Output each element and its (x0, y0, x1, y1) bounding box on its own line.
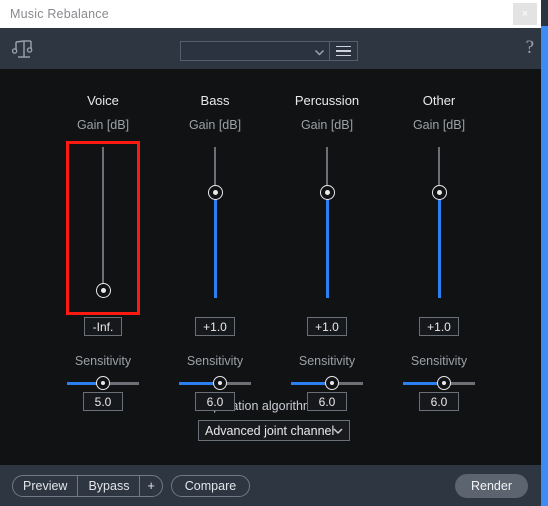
slider-fill (67, 382, 96, 385)
preview-button[interactable]: Preview (13, 475, 79, 496)
sensitivity-label: Sensitivity (298, 354, 356, 368)
sensitivity-label: Sensitivity (186, 354, 244, 368)
slider-fill (291, 382, 325, 385)
hamburger-line (336, 50, 351, 52)
preset-dropdown[interactable] (180, 41, 330, 61)
slider-fill (325, 192, 329, 298)
stem-column-voice: Voice Gain [dB] -Inf. Sensitivity 5.0 (47, 93, 159, 411)
help-icon[interactable]: ? (526, 38, 534, 57)
render-button[interactable]: Render (455, 473, 528, 498)
stem-title: Percussion (294, 93, 360, 108)
sensitivity-value-bass[interactable]: 6.0 (195, 392, 235, 411)
chevron-down-icon (332, 425, 344, 440)
gain-slider-percussion[interactable] (290, 141, 364, 315)
sensitivity-value-percussion[interactable]: 6.0 (307, 392, 347, 411)
hamburger-line (336, 45, 351, 48)
sensitivity-label: Sensitivity (410, 354, 468, 368)
main-panel: Voice Gain [dB] -Inf. Sensitivity 5.0 Ba… (0, 69, 541, 465)
gain-value-bass[interactable]: +1.0 (195, 317, 235, 336)
sensitivity-group-other: Sensitivity 6.0 (403, 354, 475, 411)
sensitivity-slider-other[interactable] (403, 376, 475, 390)
stem-title: Other (422, 93, 456, 108)
close-icon[interactable]: × (513, 3, 537, 25)
sensitivity-group-voice: Sensitivity 5.0 (67, 354, 139, 411)
sensitivity-value-voice[interactable]: 5.0 (83, 392, 123, 411)
window-title: Music Rebalance (10, 7, 109, 21)
slider-knob[interactable] (319, 185, 335, 200)
slider-knob[interactable] (96, 376, 110, 390)
stem-column-bass: Bass Gain [dB] +1.0 Sensitivity 6.0 (159, 93, 271, 411)
gain-slider-other[interactable] (402, 141, 476, 315)
slider-fill (437, 192, 441, 298)
gain-slider-voice[interactable] (66, 141, 140, 315)
chevron-down-icon (314, 45, 325, 63)
slider-fill (403, 382, 437, 385)
title-bar[interactable]: Music Rebalance × (0, 0, 541, 28)
gain-slider-bass[interactable] (178, 141, 252, 315)
sensitivity-slider-percussion[interactable] (291, 376, 363, 390)
slider-knob[interactable] (325, 376, 339, 390)
stem-title: Voice (87, 93, 119, 108)
separation-algorithm-dropdown[interactable]: Advanced joint channel (198, 420, 350, 441)
hamburger-line (336, 54, 351, 57)
footer-bar: Preview Bypass + Compare Render (0, 465, 541, 506)
stem-title: Bass (200, 93, 230, 108)
slider-knob[interactable] (213, 376, 227, 390)
slider-fill (179, 382, 213, 385)
gain-label: Gain [dB] (188, 118, 242, 132)
stem-column-other: Other Gain [dB] +1.0 Sensitivity 6.0 (383, 93, 495, 411)
background-window-edge (541, 0, 548, 506)
slider-fill (213, 192, 217, 298)
add-button[interactable]: + (140, 476, 161, 496)
gain-label: Gain [dB] (76, 118, 130, 132)
sensitivity-slider-voice[interactable] (67, 376, 139, 390)
stem-column-percussion: Percussion Gain [dB] +1.0 Sensitivity 6.… (271, 93, 383, 411)
music-rebalance-dialog: Music Rebalance × ? Voice Gain [dB] -Inf… (0, 0, 548, 506)
slider-knob[interactable] (207, 185, 223, 200)
slider-knob[interactable] (437, 376, 451, 390)
gain-value-other[interactable]: +1.0 (419, 317, 459, 336)
sensitivity-value-other[interactable]: 6.0 (419, 392, 459, 411)
preset-menu-button[interactable] (330, 41, 358, 61)
preset-controls (180, 41, 358, 61)
background-window-edge-top (541, 0, 548, 26)
voice-highlight-box (66, 141, 140, 315)
gain-value-percussion[interactable]: +1.0 (307, 317, 347, 336)
gain-value-voice[interactable]: -Inf. (84, 317, 122, 336)
gain-label: Gain [dB] (412, 118, 466, 132)
stem-columns: Voice Gain [dB] -Inf. Sensitivity 5.0 Ba… (0, 93, 541, 411)
bypass-button[interactable]: Bypass (78, 475, 141, 496)
compare-button[interactable]: Compare (170, 474, 251, 497)
gain-label: Gain [dB] (300, 118, 354, 132)
music-balance-icon (10, 36, 38, 62)
slider-knob[interactable] (431, 185, 447, 200)
preview-button-group: Preview Bypass + (12, 474, 163, 497)
sensitivity-label: Sensitivity (74, 354, 132, 368)
separation-algorithm-value: Advanced joint channel (205, 423, 335, 438)
sensitivity-slider-bass[interactable] (179, 376, 251, 390)
